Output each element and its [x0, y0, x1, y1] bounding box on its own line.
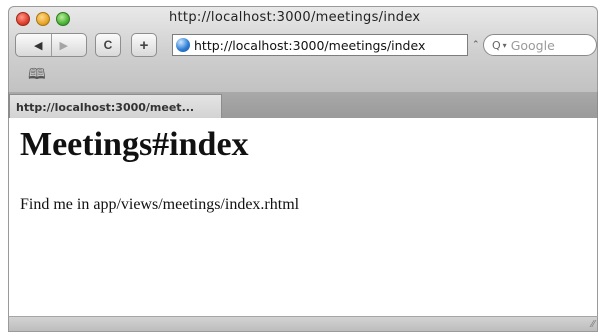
chevron-down-icon: ▾	[502, 40, 507, 50]
minimize-window-button[interactable]	[36, 12, 50, 26]
page-text: Find me in app/views/meetings/index.rhtm…	[20, 196, 300, 213]
back-forward-buttons: ◀ ▶	[15, 33, 87, 57]
globe-icon	[176, 38, 190, 52]
tab-strip: http://localhost:3000/meet...	[8, 92, 598, 118]
plus-icon: +	[139, 36, 149, 54]
address-text: http://localhost:3000/meetings/index	[194, 37, 426, 53]
book-icon[interactable]: 🕮	[28, 64, 46, 89]
search-placeholder: Google	[510, 37, 555, 53]
search-field[interactable]: Q ▾ Google	[483, 34, 597, 56]
back-forward-divider	[50, 34, 52, 56]
window-title: http://localhost:3000/meetings/index	[169, 10, 421, 25]
browser-window: http://localhost:3000/meetings/index ◀ ▶…	[0, 0, 604, 334]
page-content: Meetings#index Find me in app/views/meet…	[8, 118, 598, 316]
page-title: Meetings#index	[20, 126, 249, 163]
reload-button[interactable]: C	[95, 33, 121, 57]
tab-meetings-index[interactable]: http://localhost:3000/meet...	[9, 94, 222, 118]
address-bar[interactable]: http://localhost:3000/meetings/index	[172, 34, 468, 56]
forward-button[interactable]: ▶	[60, 39, 68, 52]
back-button[interactable]: ◀	[34, 39, 42, 52]
zoom-window-button[interactable]	[56, 12, 70, 26]
reload-icon: C	[103, 38, 113, 52]
add-bookmark-button[interactable]: +	[131, 33, 157, 57]
bookmarks-bar: 🕮	[8, 62, 598, 86]
close-window-button[interactable]	[16, 12, 30, 26]
snapback-icon[interactable]: ⌃	[472, 39, 480, 50]
status-bar: ⁄⁄	[8, 316, 598, 332]
resize-grip-icon[interactable]: ⁄⁄	[592, 319, 595, 330]
search-icon: Q	[492, 38, 501, 52]
